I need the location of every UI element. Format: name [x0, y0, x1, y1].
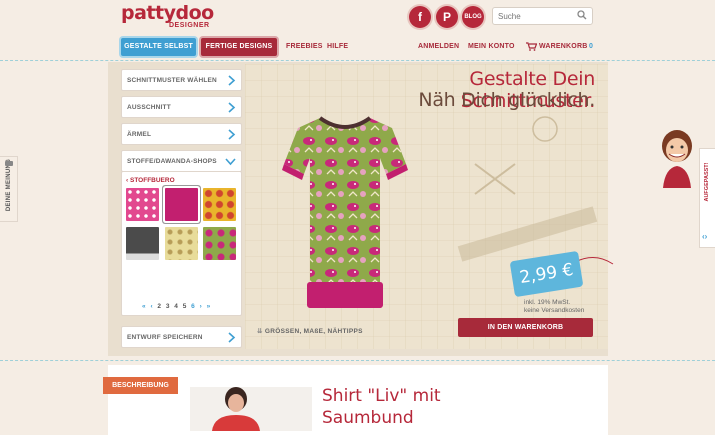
site-logo[interactable]: pattydoo DESIGNER [121, 2, 214, 30]
shipping-note: keine Versandkosten [524, 307, 585, 314]
save-draft-button[interactable]: ENTWURF SPEICHERN [121, 326, 242, 348]
chevron-right-icon [228, 332, 236, 343]
sidebar-item-aermel[interactable]: ÄRMEL [121, 123, 242, 145]
pagination-next-icon[interactable]: › [200, 303, 204, 310]
sizes-link[interactable]: ⇊ GRÖSSEN, MAßE, NÄHTIPPS [257, 327, 363, 335]
pagination-page[interactable]: 3 [166, 303, 171, 310]
chevron-down-icon [225, 158, 236, 166]
fabric-swatch[interactable] [126, 227, 159, 260]
vat-note: inkl. 19% MwSt. [524, 299, 571, 306]
sizes-link-label: GRÖSSEN, MAßE, NÄHTIPPS [264, 328, 363, 335]
tagline-secondary: Näh Dich glücklich. [418, 89, 595, 111]
aufgepasst-label: AUFGEPASST! [704, 162, 710, 202]
chevron-right-icon [228, 102, 236, 113]
product-photo [190, 387, 312, 431]
cart-icon[interactable] [526, 42, 537, 51]
product-title-line: Shirt "Liv" mit [322, 386, 441, 406]
logo-subtext: DESIGNER [169, 22, 210, 29]
facebook-icon[interactable]: f [409, 6, 431, 28]
fabric-swatch[interactable] [203, 227, 236, 260]
pinterest-icon[interactable]: P [436, 6, 458, 28]
shirt-preview [282, 116, 408, 308]
double-chevron-down-icon: ⇊ [257, 328, 265, 335]
chevron-right-icon [228, 129, 236, 140]
sidebar-item-label: ÄRMEL [127, 131, 152, 138]
shop-back-link[interactable]: ‹ STOFFBUERO [126, 177, 175, 184]
pagination-last-icon[interactable]: » [207, 303, 212, 310]
chevron-right-icon [228, 75, 236, 86]
logo-text: pattydoo [121, 2, 214, 24]
product-title: Shirt "Liv" mit Saumbund [322, 385, 441, 429]
search-icon[interactable] [577, 10, 587, 20]
sidebar-item-ausschnitt[interactable]: AUSSCHNITT [121, 96, 242, 118]
pagination-page[interactable]: 2 [157, 303, 162, 310]
add-to-cart-button[interactable]: IN DEN WARENKORB [458, 318, 593, 337]
fabric-swatch[interactable] [165, 227, 198, 260]
shop-name: STOFFBUERO [129, 177, 175, 184]
nav-hilfe-link[interactable]: HILFE [327, 43, 348, 50]
pagination-prev-icon[interactable]: ‹ [150, 303, 154, 310]
code-brackets-icon[interactable]: ‹› [702, 232, 707, 241]
pagination-page[interactable]: 4 [174, 303, 179, 310]
speech-bubble-icon [5, 161, 13, 166]
sidebar-item-label: SCHNITTMUSTER WÄHLEN [127, 77, 217, 84]
mascot-illustration [662, 130, 692, 188]
fabric-pagination[interactable]: « ‹ 2 3 4 5 6 › » [142, 303, 212, 310]
fabric-panel: ‹ STOFFBUERO « ‹ 2 3 4 5 6 › » [121, 171, 242, 316]
fabric-swatch[interactable] [203, 188, 236, 221]
pagination-first-icon[interactable]: « [142, 303, 147, 310]
feedback-tab[interactable]: DEINE MEINUNG [0, 156, 18, 222]
pagination-page-current[interactable]: 6 [191, 303, 196, 310]
nav-konto-link[interactable]: MEIN KONTO [468, 43, 515, 50]
nav-freebies-link[interactable]: FREEBIES [286, 43, 323, 50]
stitch-divider [0, 60, 715, 61]
stitch-divider [0, 360, 715, 361]
sidebar-item-label: STOFFE/DAWANDA-SHOPS [127, 158, 217, 165]
fertige-designs-button[interactable]: FERTIGE DESIGNS [201, 38, 277, 56]
fabric-swatch[interactable] [126, 188, 159, 221]
product-title-line: Saumbund [322, 408, 414, 428]
cart-count-badge: 0 [589, 43, 594, 50]
blog-icon[interactable]: BLOG [462, 6, 484, 28]
description-tab[interactable]: BESCHREIBUNG [103, 377, 178, 394]
nav-warenkorb-link[interactable]: WARENKORB [539, 43, 587, 50]
gestalte-selbst-button[interactable]: GESTALTE SELBST [121, 38, 196, 56]
save-draft-label: ENTWURF SPEICHERN [127, 334, 203, 341]
sidebar-item-stoffe[interactable]: STOFFE/DAWANDA-SHOPS [121, 150, 242, 172]
sidebar-item-schnittmuster[interactable]: SCHNITTMUSTER WÄHLEN [121, 69, 242, 91]
aufgepasst-tab[interactable]: AUFGEPASST! ‹› [699, 148, 715, 248]
pagination-page[interactable]: 5 [183, 303, 188, 310]
fabric-swatch-selected[interactable] [165, 188, 198, 221]
nav-anmelden-link[interactable]: ANMELDEN [418, 43, 459, 50]
sidebar-item-label: AUSSCHNITT [127, 104, 171, 111]
